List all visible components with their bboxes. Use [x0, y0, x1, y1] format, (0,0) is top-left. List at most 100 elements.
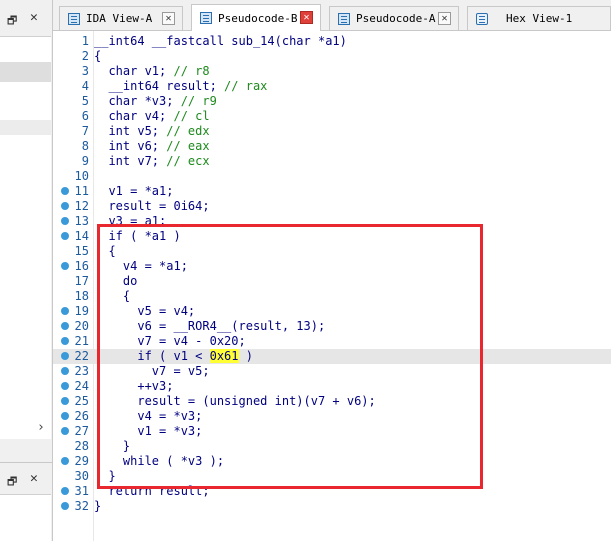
code-line[interactable]: 24 ++v3;	[53, 379, 611, 394]
line-number: 20	[74, 319, 89, 333]
code-text[interactable]: while ( *v3 );	[94, 454, 224, 469]
code-line[interactable]: 20 v6 = __ROR4__(result, 13);	[53, 319, 611, 334]
code-line[interactable]: 31 return result;	[53, 484, 611, 499]
code-text[interactable]: {	[94, 49, 101, 64]
code-line[interactable]: 7 int v5; // edx	[53, 124, 611, 139]
code-line[interactable]: 32}	[53, 499, 611, 514]
tab-bar: IDA View-A ✕ Pseudocode-B ✕ Pseudocode-A…	[53, 0, 611, 31]
code-text[interactable]: v6 = __ROR4__(result, 13);	[94, 319, 325, 334]
code-text[interactable]: __int64 result; // rax	[94, 79, 267, 94]
code-line[interactable]: 5 char *v3; // r9	[53, 94, 611, 109]
tab-label: Hex View-1	[506, 12, 573, 25]
code-line[interactable]: 6 char v4; // cl	[53, 109, 611, 124]
line-number: 3	[81, 64, 89, 78]
code-line[interactable]: 25 result = (unsigned int)(v7 + v6);	[53, 394, 611, 409]
code-line[interactable]: 3 char v1; // r8	[53, 64, 611, 79]
listing-icon	[68, 12, 80, 25]
tab-ida-view-a[interactable]: IDA View-A ✕	[59, 6, 183, 30]
close-icon[interactable]: ✕	[438, 12, 451, 25]
line-number: 6	[81, 109, 89, 123]
left-panel-header: 🗗 ✕	[0, 6, 52, 30]
code-text[interactable]: ++v3;	[94, 379, 173, 394]
close-icon[interactable]: ✕	[300, 11, 313, 24]
code-line[interactable]: 15 {	[53, 244, 611, 259]
code-text[interactable]: char v4; // cl	[94, 109, 209, 124]
code-line[interactable]: 1 __int64 __fastcall sub_14(char *a1)	[53, 34, 611, 49]
code-text[interactable]: return result;	[94, 484, 209, 499]
code-line[interactable]: 14 if ( *a1 )	[53, 229, 611, 244]
tab-pseudocode-a[interactable]: Pseudocode-A ✕	[329, 6, 459, 30]
code-text[interactable]: char v1; // r8	[94, 64, 209, 79]
tab-pseudocode-b[interactable]: Pseudocode-B ✕	[191, 4, 321, 31]
pseudocode-view[interactable]: 1 __int64 __fastcall sub_14(char *a1) 2{3 …	[53, 31, 611, 541]
code-line[interactable]: 22 if ( v1 < 0x61 )	[53, 349, 611, 364]
code-text[interactable]: v3 = a1;	[94, 214, 166, 229]
code-text[interactable]: }	[94, 439, 130, 454]
code-line[interactable]: 8 int v6; // eax	[53, 139, 611, 154]
line-number: 23	[74, 364, 89, 378]
left-docked-panel: 🗗 ✕ › 🗗 ✕	[0, 0, 53, 542]
code-text[interactable]: int v6; // eax	[94, 139, 209, 154]
code-text[interactable]: if ( v1 < 0x61 )	[94, 349, 253, 364]
code-text[interactable]: {	[94, 244, 115, 259]
tab-hex-view-1[interactable]: Hex View-1	[467, 6, 611, 30]
code-text[interactable]: v7 = v5;	[94, 364, 210, 379]
restore-icon[interactable]: 🗗	[7, 12, 17, 31]
code-text[interactable]: v1 = *v3;	[94, 424, 202, 439]
code-line[interactable]: 2{	[53, 49, 611, 64]
code-text[interactable]: v4 = *v3;	[94, 409, 202, 424]
code-line[interactable]: 19 v5 = v4;	[53, 304, 611, 319]
code-line[interactable]: 29 while ( *v3 );	[53, 454, 611, 469]
line-number: 7	[81, 124, 89, 138]
code-line[interactable]: 17 do	[53, 274, 611, 289]
tab-label: Pseudocode-A	[356, 12, 436, 25]
code-text[interactable]: v7 = v4 - 0x20;	[94, 334, 245, 349]
code-line[interactable]: 13 v3 = a1;	[53, 214, 611, 229]
left-panel-list[interactable]	[0, 36, 51, 439]
code-line[interactable]: 12 result = 0i64;	[53, 199, 611, 214]
code-line[interactable]: 28 }	[53, 439, 611, 454]
code-text[interactable]: if ( *a1 )	[94, 229, 180, 244]
code-text[interactable]: {	[94, 289, 130, 304]
code-line[interactable]: 10	[53, 169, 611, 184]
line-number: 9	[81, 154, 89, 168]
code-text[interactable]: int v5; // edx	[94, 124, 209, 139]
left-panel-lower-list[interactable]	[0, 494, 51, 542]
code-line[interactable]: 23 v7 = v5;	[53, 364, 611, 379]
restore-icon[interactable]: 🗗	[7, 473, 17, 492]
code-text[interactable]: result = (unsigned int)(v7 + v6);	[94, 394, 375, 409]
code-line[interactable]: 16 v4 = *a1;	[53, 259, 611, 274]
left-panel-selected-row[interactable]	[0, 62, 51, 82]
code-text[interactable]: }	[94, 469, 115, 484]
code-line[interactable]: 4 __int64 result; // rax	[53, 79, 611, 94]
code-line[interactable]: 11 v1 = *a1;	[53, 184, 611, 199]
close-icon[interactable]: ✕	[30, 10, 38, 25]
code-text[interactable]: }	[94, 499, 101, 514]
code-line[interactable]: 18 {	[53, 289, 611, 304]
code-line[interactable]: 21 v7 = v4 - 0x20;	[53, 334, 611, 349]
code-text[interactable]: char *v3; // r9	[94, 94, 216, 109]
code-line[interactable]: 30 }	[53, 469, 611, 484]
line-number: 8	[81, 139, 89, 153]
line-number: 12	[74, 199, 89, 213]
line-number: 5	[81, 94, 89, 108]
code-text[interactable]: result = 0i64;	[94, 199, 209, 214]
code-line[interactable]: 26 v4 = *v3;	[53, 409, 611, 424]
line-number: 16	[74, 259, 89, 273]
line-number: 26	[74, 409, 89, 423]
code-text[interactable]: do	[94, 274, 137, 289]
code-text[interactable]: v4 = *a1;	[94, 259, 188, 274]
line-number: 10	[74, 169, 89, 183]
code-text[interactable]: int v7; // ecx	[94, 154, 209, 169]
code-text[interactable]: __int64 __fastcall sub_14(char *a1)	[94, 34, 347, 49]
code-line[interactable]: 9 int v7; // ecx	[53, 154, 611, 169]
line-number: 27	[74, 424, 89, 438]
code-text[interactable]: v5 = v4;	[94, 304, 195, 319]
line-number: 11	[74, 184, 89, 198]
close-icon[interactable]: ✕	[30, 471, 38, 486]
close-icon[interactable]: ✕	[162, 12, 175, 25]
code-line[interactable]: 27 v1 = *v3;	[53, 424, 611, 439]
left-panel-row[interactable]	[0, 120, 51, 135]
code-text[interactable]: v1 = *a1;	[94, 184, 173, 199]
scroll-right-icon[interactable]: ›	[37, 420, 45, 435]
